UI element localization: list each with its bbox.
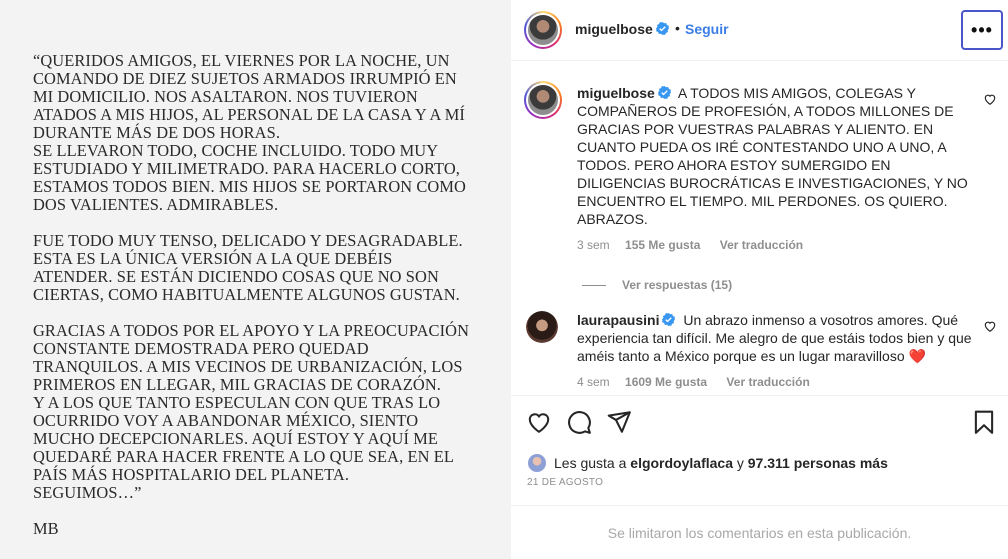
verified-icon [662, 313, 676, 326]
comment-meta: 4 sem 1609 Me gusta Ver traducción [577, 375, 826, 389]
comment-time[interactable]: 3 sem [577, 238, 610, 252]
verified-icon [657, 86, 671, 99]
view-replies-button[interactable]: Ver respuestas (15) [581, 278, 732, 292]
separator-dot: • [675, 20, 680, 36]
follow-button[interactable]: Seguir [685, 21, 729, 37]
author-username[interactable]: miguelbose [575, 21, 669, 37]
like-heart-icon[interactable] [526, 409, 552, 435]
translate-link[interactable]: Ver traducción [720, 238, 803, 252]
statement-signature: MB [33, 519, 59, 538]
more-icon: ••• [971, 19, 993, 40]
comments-list[interactable]: miguelbose A TODOS MIS AMIGOS, COLEGAS Y… [511, 62, 1008, 395]
author-avatar[interactable] [524, 11, 562, 49]
likes-prefix: Les gusta a [554, 455, 627, 471]
comment-time[interactable]: 4 sem [577, 375, 610, 389]
comment-likes[interactable]: 1609 Me gusta [625, 375, 707, 389]
statement-paragraph-3: GRACIAS A TODOS POR EL APOYO Y LA PREOCU… [33, 321, 470, 502]
save-bookmark-icon[interactable] [971, 409, 997, 435]
statement-paragraph-1: “QUERIDOS AMIGOS, EL VIERNES POR LA NOCH… [33, 51, 466, 214]
statement-paragraph-2: FUE TODO MUY TENSO, DELICADO Y DESAGRADA… [33, 231, 463, 304]
comments-limited-text: Se limitaron los comentarios en esta pub… [607, 524, 912, 541]
comments-limited-notice: Se limitaron los comentarios en esta pub… [511, 505, 1008, 559]
comment-body: laurapausini Un abrazo inmenso a vosotro… [577, 311, 973, 365]
comment-avatar[interactable] [526, 311, 558, 343]
like-comment-icon[interactable] [983, 319, 997, 333]
comment-username[interactable]: miguelbose [577, 85, 671, 101]
post-header: miguelbose • Seguir ••• [511, 0, 1008, 61]
post-actions: Les gusta a elgordoylaflaca y 97.311 per… [511, 395, 1008, 505]
likes-conj: y [736, 455, 744, 471]
comment-username[interactable]: laurapausini [577, 312, 676, 328]
replies-divider [582, 284, 606, 286]
verified-icon [655, 22, 669, 35]
post-date[interactable]: 21 DE AGOSTO [527, 477, 603, 488]
more-options-button[interactable]: ••• [961, 10, 1003, 50]
liker-avatar[interactable] [527, 453, 547, 473]
comment-icon[interactable] [566, 409, 592, 435]
liker-username[interactable]: elgordoylaflaca [630, 455, 733, 471]
likes-summary: Les gusta a elgordoylaflaca y 97.311 per… [527, 453, 888, 473]
view-replies-label: Ver respuestas (15) [622, 278, 733, 292]
post-sidebar: miguelbose • Seguir ••• miguelbose A TOD… [511, 0, 1008, 559]
share-icon[interactable] [606, 409, 632, 435]
comment-likes[interactable]: 155 Me gusta [625, 238, 700, 252]
likes-count-button[interactable]: 97.311 personas más [748, 455, 888, 471]
post-image: “QUERIDOS AMIGOS, EL VIERNES POR LA NOCH… [0, 0, 511, 559]
comment-body: miguelbose A TODOS MIS AMIGOS, COLEGAS Y… [577, 84, 973, 228]
statement-text: “QUERIDOS AMIGOS, EL VIERNES POR LA NOCH… [33, 52, 493, 556]
comment-meta: 3 sem 155 Me gusta Ver traducción [577, 238, 819, 252]
comment-avatar[interactable] [524, 81, 562, 119]
like-comment-icon[interactable] [983, 92, 997, 106]
translate-link[interactable]: Ver traducción [726, 375, 809, 389]
comment-text: A TODOS MIS AMIGOS, COLEGAS Y COMPAÑEROS… [577, 85, 968, 227]
